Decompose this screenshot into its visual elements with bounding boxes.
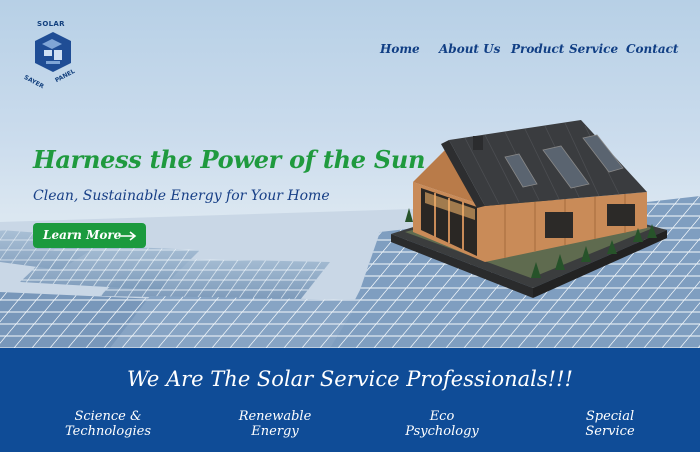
- service-line-1: Special: [585, 409, 635, 424]
- learn-more-button[interactable]: Learn More: [33, 223, 146, 248]
- service-science-technologies[interactable]: Science & Technologies: [48, 409, 168, 439]
- service-eco-psychology[interactable]: Eco Psychology: [382, 409, 502, 439]
- hero-section: SOLAR SAYER PANEL Home About Us Product …: [0, 0, 700, 348]
- service-line-1: Science &: [74, 409, 142, 424]
- service-line-2: Energy: [251, 424, 299, 439]
- nav-product-link[interactable]: Product: [511, 42, 564, 56]
- service-renewable-energy[interactable]: Renewable Energy: [215, 409, 335, 439]
- logo-top-text: SOLAR: [37, 20, 65, 28]
- services-band-title: We Are The Solar Service Professionals!!…: [127, 367, 573, 391]
- learn-more-label: Learn More: [43, 228, 122, 242]
- hero-subheadline: Clean, Sustainable Energy for Your Home: [33, 188, 330, 204]
- service-special-service[interactable]: Special Service: [550, 409, 670, 439]
- nav-home-link[interactable]: Home: [380, 42, 420, 56]
- nav-about-link[interactable]: About Us: [439, 42, 500, 56]
- service-line-1: Renewable: [238, 409, 312, 424]
- main-navigation: Home About Us Product Service Contact: [0, 42, 700, 58]
- solar-house-image: [391, 120, 667, 298]
- services-band: We Are The Solar Service Professionals!!…: [0, 348, 700, 452]
- service-line-2: Technologies: [64, 424, 152, 439]
- service-line-1: Eco: [429, 409, 455, 424]
- arrow-right-icon: [119, 231, 137, 241]
- nav-contact-link[interactable]: Contact: [626, 42, 678, 56]
- hero-headline: Harness the Power of the Sun: [33, 145, 426, 174]
- nav-service-link[interactable]: Service: [569, 42, 618, 56]
- service-line-2: Service: [585, 424, 635, 439]
- service-line-2: Psychology: [405, 424, 479, 439]
